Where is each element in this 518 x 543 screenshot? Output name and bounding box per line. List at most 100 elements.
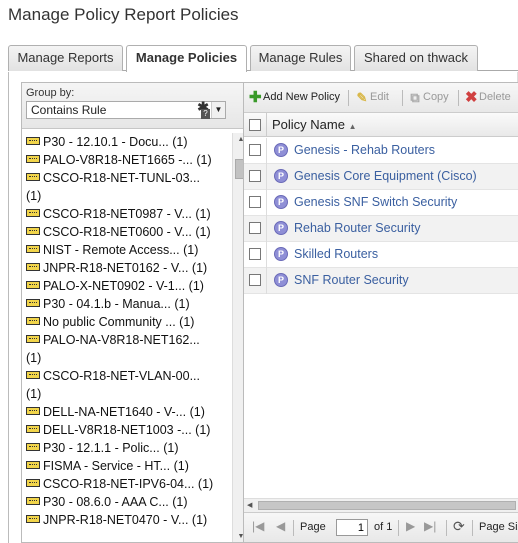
row-checkbox[interactable]: [249, 144, 261, 156]
column-divider: [266, 268, 267, 294]
group-list-item[interactable]: PALO-V8R18-NET1665 -... (1): [22, 151, 232, 169]
ruler-icon: [26, 461, 40, 469]
scroll-thumb[interactable]: [258, 501, 516, 510]
group-list-item[interactable]: CSCO-R18-NET-TUNL-03... (1): [22, 169, 232, 205]
pager-divider: [398, 520, 399, 536]
group-list-item[interactable]: P30 - 08.6.0 - AAA C... (1): [22, 493, 232, 511]
group-item-count: (1): [197, 477, 214, 491]
next-page-icon[interactable]: ▶: [406, 519, 415, 533]
prev-page-icon[interactable]: ◀: [276, 519, 285, 533]
table-row[interactable]: P Genesis Core Equipment (Cisco): [244, 164, 518, 190]
ruler-icon: [26, 335, 40, 343]
group-by-label: Group by:: [26, 87, 75, 99]
group-list-item[interactable]: PALO-NA-V8R18-NET162... (1): [22, 331, 232, 367]
group-item-count: (1): [172, 135, 188, 149]
group-list-item[interactable]: No public Community ... (1): [22, 313, 232, 331]
last-page-icon[interactable]: ▶|: [424, 519, 436, 533]
row-checkbox[interactable]: [249, 170, 261, 182]
group-item-count: (1): [179, 315, 195, 329]
pagination-bar: |◀ ◀ Page of 1 ▶ ▶| ⟳ Page Siz: [244, 512, 518, 542]
row-checkbox[interactable]: [249, 248, 261, 260]
copy-label: Copy: [423, 91, 449, 103]
column-header-policy-name[interactable]: Policy Name ▲: [272, 117, 357, 132]
table-row[interactable]: P Skilled Routers: [244, 242, 518, 268]
group-item-name: FISMA - Service - HT...: [43, 459, 171, 473]
chevron-down-icon[interactable]: ▼: [211, 102, 225, 118]
add-policy-label: Add New Policy: [263, 91, 341, 103]
group-item-count: (1): [196, 153, 212, 167]
refresh-icon[interactable]: ⟳: [453, 518, 465, 535]
ruler-icon: [26, 227, 40, 235]
group-item-name: P30 - 12.1.1 - Polic...: [43, 441, 160, 455]
table-row[interactable]: P Genesis SNF Switch Security: [244, 190, 518, 216]
add-policy-button[interactable]: ✚Add New Policy: [249, 90, 341, 105]
group-item-name: P30 - 08.6.0 - AAA C...: [43, 495, 169, 509]
group-list-item[interactable]: P30 - 12.10.1 - Docu... (1): [22, 133, 232, 151]
table-row[interactable]: P Rehab Router Security: [244, 216, 518, 242]
group-item-count: (1): [195, 207, 211, 221]
row-checkbox[interactable]: [249, 222, 261, 234]
group-list-item[interactable]: CSCO-R18-NET0600 - V... (1): [22, 223, 232, 241]
group-item-name: PALO-X-NET0902 - V-1...: [43, 279, 186, 293]
group-by-value: Contains Rule: [31, 103, 107, 117]
ruler-icon: [26, 173, 40, 181]
edit-label: Edit: [370, 91, 389, 103]
group-list-item[interactable]: FISMA - Service - HT... (1): [22, 457, 232, 475]
group-item-count: (1): [173, 459, 189, 473]
ruler-icon: [26, 299, 40, 307]
group-item-name: CSCO-R18-NET-IPV6-04...: [43, 477, 195, 491]
group-list-item[interactable]: CSCO-R18-NET0987 - V... (1): [22, 205, 232, 223]
policy-name-link[interactable]: SNF Router Security: [294, 273, 409, 287]
group-item-name: NIST - Remote Access...: [43, 243, 180, 257]
policy-name-link[interactable]: Genesis Core Equipment (Cisco): [294, 169, 477, 183]
policy-name-link[interactable]: Skilled Routers: [294, 247, 378, 261]
tab-manage-rules[interactable]: Manage Rules: [250, 45, 351, 71]
group-list-item[interactable]: JNPR-R18-NET0470 - V... (1): [22, 511, 232, 529]
group-item-name: P30 - 04.1.b - Manua...: [43, 297, 171, 311]
group-list-item[interactable]: PALO-X-NET0902 - V-1... (1): [22, 277, 232, 295]
group-list-item[interactable]: NIST - Remote Access... (1): [22, 241, 232, 259]
grid-horizontal-scrollbar[interactable]: ◀: [244, 498, 518, 512]
group-list-item[interactable]: DELL-V8R18-NET1003 -... (1): [22, 421, 232, 439]
group-item-count: (1): [26, 387, 42, 401]
grid-header: Policy Name ▲: [244, 113, 518, 137]
policies-grid-panel: ✚Add New Policy ✎ Edit ⧉ Copy ✖Delete Poli…: [243, 82, 518, 543]
group-list-item[interactable]: CSCO-R18-NET-IPV6-04... (1): [22, 475, 232, 493]
policy-icon: P: [274, 273, 288, 287]
copy-button[interactable]: ⧉ Copy: [409, 91, 449, 104]
tab-shared-on-thwack[interactable]: Shared on thwack: [354, 45, 478, 71]
page-number-input[interactable]: [336, 519, 368, 536]
group-list-item[interactable]: JNPR-R18-NET0162 - V... (1): [22, 259, 232, 277]
policy-icon: P: [274, 169, 288, 183]
tab-manage-policies[interactable]: Manage Policies: [126, 45, 247, 72]
table-row[interactable]: P SNF Router Security: [244, 268, 518, 294]
group-item-count: (1): [183, 243, 199, 257]
policy-name-link[interactable]: Genesis SNF Switch Security: [294, 195, 457, 209]
policy-icon: P: [274, 247, 288, 261]
group-list-item[interactable]: CSCO-R18-NET-VLAN-00... (1): [22, 367, 232, 403]
scroll-left-icon[interactable]: ◀: [247, 501, 252, 509]
row-checkbox[interactable]: [249, 196, 261, 208]
toolbar-divider: [458, 90, 459, 106]
delete-button[interactable]: ✖Delete: [465, 90, 511, 105]
table-row[interactable]: P Genesis - Rehab Routers: [244, 138, 518, 164]
select-all-checkbox[interactable]: [249, 119, 261, 131]
group-item-count: (1): [188, 279, 204, 293]
policy-name-link[interactable]: Rehab Router Security: [294, 221, 420, 235]
tab-manage-reports[interactable]: Manage Reports: [8, 45, 123, 71]
group-by-select[interactable]: Contains Rule ✱ ? ▼: [26, 99, 226, 119]
page-size-label: Page Siz: [479, 521, 518, 533]
edit-button[interactable]: ✎ Edit: [356, 91, 389, 104]
row-checkbox[interactable]: [249, 274, 261, 286]
policy-icon: P: [274, 221, 288, 235]
policy-name-link[interactable]: Genesis - Rehab Routers: [294, 143, 435, 157]
group-item-name: DELL-V8R18-NET1003 -...: [43, 423, 192, 437]
page-title: Manage Policy Report Policies: [8, 5, 239, 24]
group-item-count: (1): [163, 441, 179, 455]
group-list-item[interactable]: P30 - 04.1.b - Manua... (1): [22, 295, 232, 313]
help-icon[interactable]: ?: [201, 109, 210, 119]
first-page-icon[interactable]: |◀: [252, 519, 264, 533]
group-list-item[interactable]: P30 - 12.1.1 - Polic... (1): [22, 439, 232, 457]
pencil-icon: ✎: [356, 90, 368, 105]
group-list-item[interactable]: DELL-NA-NET1640 - V-... (1): [22, 403, 232, 421]
